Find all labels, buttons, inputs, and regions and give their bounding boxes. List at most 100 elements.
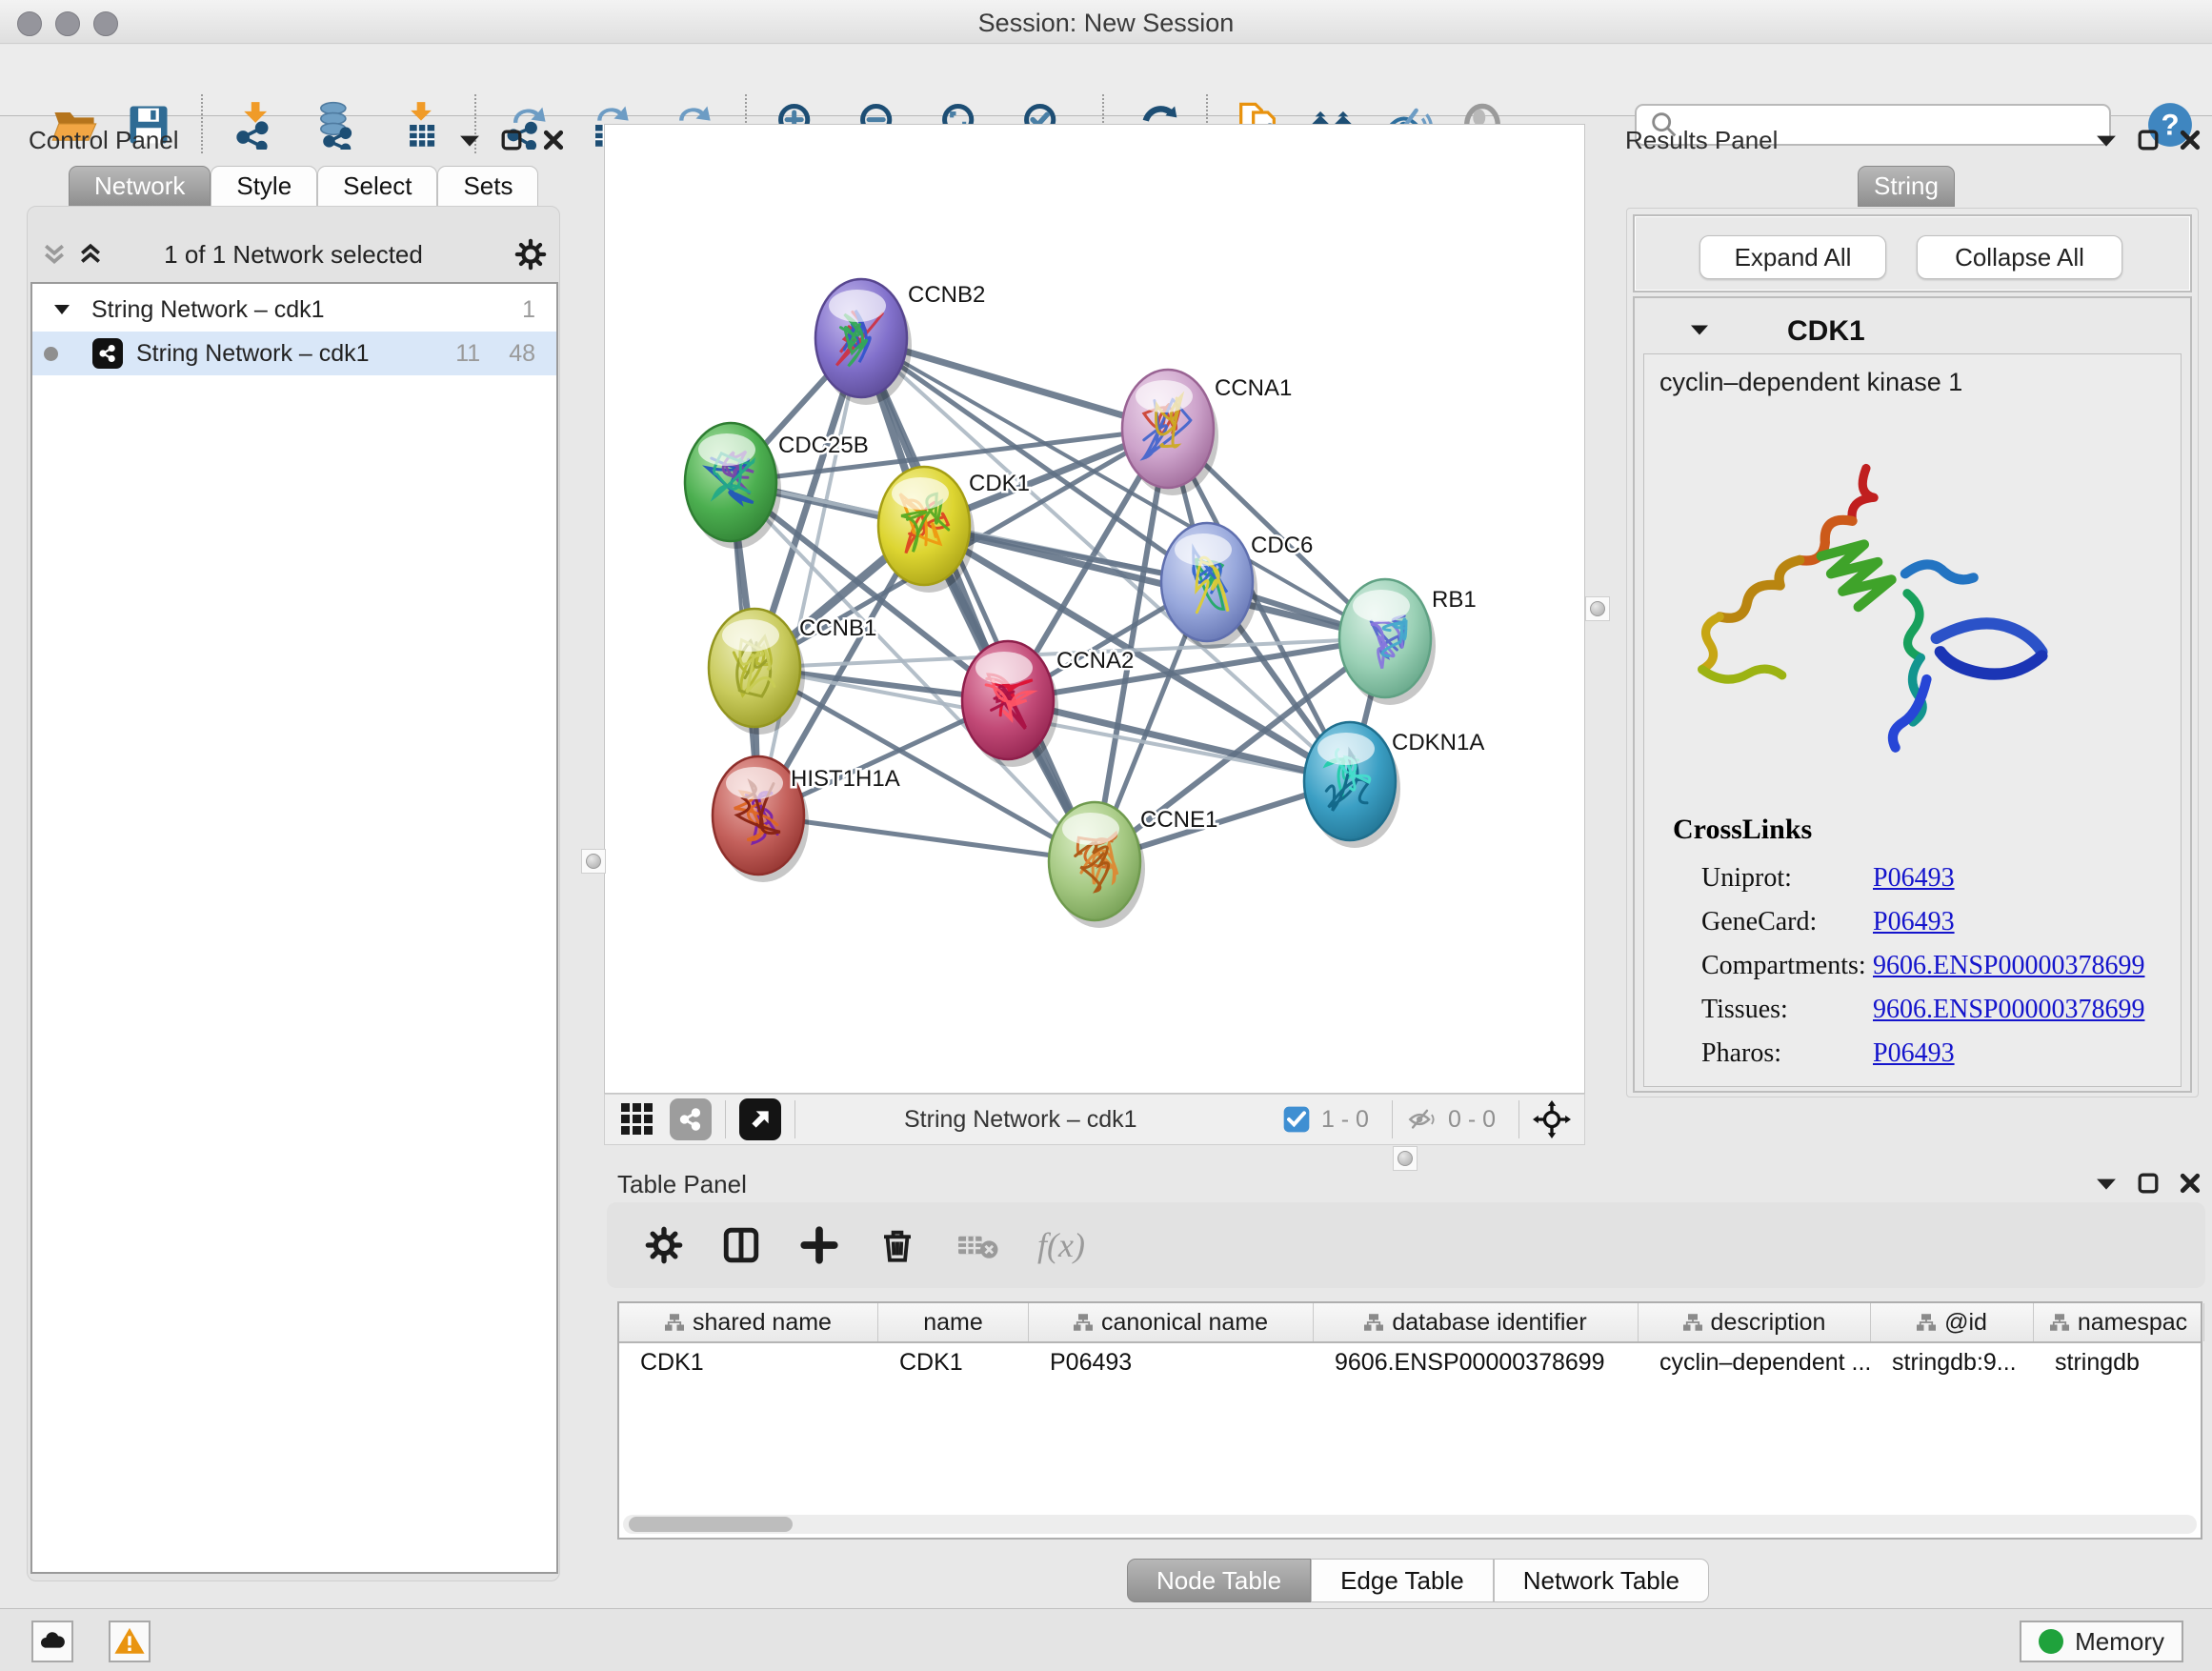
network-node-CCNB1[interactable] xyxy=(709,609,805,735)
crosslink-link[interactable]: 9606.ENSP00000378699 xyxy=(1873,995,2144,1025)
delete-column-icon[interactable] xyxy=(877,1225,917,1265)
float-panel-icon[interactable] xyxy=(459,132,480,148)
maximize-panel-icon[interactable] xyxy=(501,130,522,151)
close-panel-icon[interactable] xyxy=(2180,130,2201,151)
scrollbar-thumb[interactable] xyxy=(629,1517,793,1532)
node-label-CDKN1A: CDKN1A xyxy=(1392,730,1484,755)
table-header-row: shared namenamecanonical namedatabase id… xyxy=(619,1303,2201,1343)
table-options-gear-icon[interactable] xyxy=(645,1226,683,1264)
expand-collapse-box: Expand All Collapse All xyxy=(1633,214,2192,292)
expand-all-button[interactable]: Expand All xyxy=(1699,235,1886,279)
warning-status-button[interactable] xyxy=(109,1621,151,1662)
table-cell[interactable]: CDK1 xyxy=(878,1343,1029,1381)
crosslink-link[interactable]: P06493 xyxy=(1873,1038,1955,1069)
close-panel-icon[interactable] xyxy=(2180,1173,2201,1194)
collection-expander-icon[interactable] xyxy=(53,303,70,316)
column-header[interactable]: canonical name xyxy=(1029,1303,1314,1341)
network-selected-count: 1 of 1 Network selected xyxy=(27,240,560,270)
float-panel-icon[interactable] xyxy=(2096,1176,2117,1191)
hidden-count-badge: 0 - 0 xyxy=(1448,1106,1496,1134)
network-node-CDC6[interactable] xyxy=(1161,523,1257,649)
table-cell[interactable]: CDK1 xyxy=(619,1343,878,1381)
fit-content-crosshair-icon[interactable] xyxy=(1533,1100,1571,1138)
gene-details: cyclin–dependent kinase 1 CrossLinks xyxy=(1643,353,2182,1087)
selected-checkbox-icon[interactable] xyxy=(1281,1104,1312,1135)
crosslink-link[interactable]: 9606.ENSP00000378699 xyxy=(1873,951,2144,981)
column-header[interactable]: database identifier xyxy=(1314,1303,1639,1341)
table-tabs: Node Table Edge Table Network Table xyxy=(1127,1559,1709,1602)
column-header[interactable]: @id xyxy=(1871,1303,2034,1341)
network-row[interactable]: String Network – cdk1 11 48 xyxy=(32,332,556,375)
import-table-icon[interactable] xyxy=(396,100,446,150)
table-row[interactable]: CDK1CDK1P064939606.ENSP00000378699cyclin… xyxy=(619,1343,2201,1381)
column-header[interactable]: name xyxy=(878,1303,1029,1341)
share-view-icon[interactable] xyxy=(670,1098,712,1140)
bottom-splitter-handle[interactable] xyxy=(1393,1146,1418,1171)
table-cell[interactable]: P06493 xyxy=(1029,1343,1314,1381)
table-horizontal-scrollbar[interactable] xyxy=(623,1515,2197,1534)
cloud-status-button[interactable] xyxy=(31,1621,73,1662)
tab-node-table[interactable]: Node Table xyxy=(1127,1559,1311,1602)
gene-description: cyclin–dependent kinase 1 xyxy=(1659,368,1962,397)
network-node-CDK1[interactable] xyxy=(878,467,975,593)
network-collection-row[interactable]: String Network – cdk1 1 xyxy=(32,288,556,332)
network-edge-count: 48 xyxy=(509,340,535,368)
column-namespace-icon xyxy=(2050,1314,2069,1331)
table-cell[interactable]: stringdb:9... xyxy=(1871,1343,2034,1381)
birdseye-view-icon[interactable] xyxy=(739,1098,781,1140)
maximize-panel-icon[interactable] xyxy=(2138,130,2159,151)
network-node-CCNB2[interactable] xyxy=(815,279,912,405)
gene-section-expander-icon[interactable] xyxy=(1690,323,1709,337)
column-header[interactable]: shared name xyxy=(619,1303,878,1341)
tab-network[interactable]: Network xyxy=(69,166,211,207)
table-toolbar: f(x) xyxy=(607,1202,2205,1288)
maximize-panel-icon[interactable] xyxy=(2138,1173,2159,1194)
memory-button[interactable]: Memory xyxy=(2020,1621,2183,1662)
node-label-CDC25B: CDC25B xyxy=(778,433,869,458)
window-title: Session: New Session xyxy=(0,9,2212,38)
network-options-gear-icon[interactable] xyxy=(514,238,547,271)
title-bar: Session: New Session xyxy=(0,0,2212,44)
import-network-icon[interactable] xyxy=(229,100,278,150)
tab-edge-table[interactable]: Edge Table xyxy=(1311,1559,1494,1602)
node-label-RB1: RB1 xyxy=(1432,587,1477,613)
network-name: String Network – cdk1 xyxy=(136,340,370,368)
import-network-from-database-icon[interactable] xyxy=(311,100,360,150)
network-node-CDKN1A[interactable] xyxy=(1304,722,1400,848)
crosslink-link[interactable]: P06493 xyxy=(1873,863,1955,894)
float-panel-icon[interactable] xyxy=(2096,132,2117,148)
close-panel-icon[interactable] xyxy=(543,130,564,151)
network-graph[interactable]: CCNB2CCNA1CDC25BCDK1CDC6RB1CCNB1CCNA2CDK… xyxy=(605,125,1584,1093)
crosslink-label: Compartments: xyxy=(1701,951,1866,981)
tab-sets[interactable]: Sets xyxy=(437,166,538,207)
table-cell[interactable]: cyclin–dependent ... xyxy=(1639,1343,1871,1381)
column-header[interactable]: description xyxy=(1639,1303,1871,1341)
add-column-icon[interactable] xyxy=(799,1225,839,1265)
column-namespace-icon xyxy=(1683,1314,1702,1331)
table-cell[interactable]: stringdb xyxy=(2034,1343,2204,1381)
node-label-CDC6: CDC6 xyxy=(1251,533,1313,558)
function-builder-icon: f(x) xyxy=(1037,1225,1085,1265)
results-panel-buttons xyxy=(2096,130,2201,151)
left-splitter-handle[interactable] xyxy=(581,849,606,874)
collection-name: String Network – cdk1 xyxy=(91,296,325,324)
node-label-CDK1: CDK1 xyxy=(969,471,1030,496)
tab-string[interactable]: String xyxy=(1858,166,1955,207)
tab-network-table[interactable]: Network Table xyxy=(1494,1559,1709,1602)
right-splitter-handle[interactable] xyxy=(1585,596,1610,621)
tab-select[interactable]: Select xyxy=(317,166,437,207)
table-cell[interactable]: 9606.ENSP00000378699 xyxy=(1314,1343,1639,1381)
column-header[interactable]: namespac xyxy=(2034,1303,2204,1341)
network-status-dot-icon xyxy=(44,347,58,361)
network-canvas[interactable]: CCNB2CCNA1CDC25BCDK1CDC6RB1CCNB1CCNA2CDK… xyxy=(604,124,1585,1094)
grid-view-icon[interactable] xyxy=(618,1098,656,1141)
node-label-HIST1H1A: HIST1H1A xyxy=(791,766,900,792)
network-node-RB1[interactable] xyxy=(1339,579,1436,705)
show-columns-icon[interactable] xyxy=(721,1225,761,1265)
crosslink-link[interactable]: P06493 xyxy=(1873,907,1955,937)
tab-style[interactable]: Style xyxy=(211,166,317,207)
column-namespace-icon xyxy=(1074,1314,1093,1331)
network-node-CCNA2[interactable] xyxy=(962,641,1058,767)
network-node-CCNE1[interactable] xyxy=(1049,802,1145,928)
collapse-all-button[interactable]: Collapse All xyxy=(1917,235,2122,279)
